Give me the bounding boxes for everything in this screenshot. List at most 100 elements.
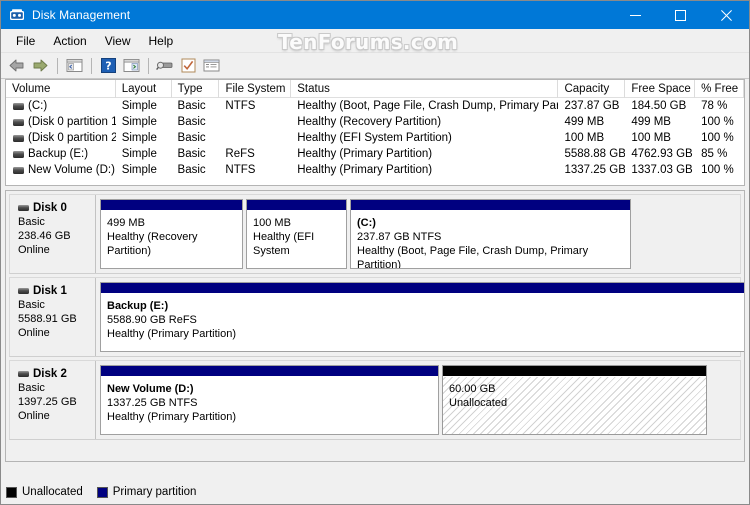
disk-row[interactable]: Disk 1 Basic 5588.91 GB Online Backup (E:) 55… <box>9 277 744 357</box>
partition-size: 5588.90 GB ReFS <box>107 314 197 326</box>
cell-layout: Simple <box>121 116 157 128</box>
menu-action[interactable]: Action <box>44 31 95 51</box>
partition-details: 100 MB Healthy (EFI System <box>247 211 346 268</box>
disk-name-label: Disk 2 <box>33 368 67 380</box>
disk-info-panel[interactable]: Disk 0 Basic 238.46 GB Online <box>10 195 96 273</box>
volume-icon <box>13 102 24 110</box>
partition-block[interactable]: 499 MB Healthy (Recovery Partition) <box>100 199 243 269</box>
disk-partitions: Backup (E:) 5588.90 GB ReFS Healthy (Prima… <box>96 278 744 356</box>
partition-size: 499 MB <box>107 217 145 229</box>
table-row[interactable]: (C:) Simple Basic NTFS Healthy (Boot, Page F… <box>6 98 744 114</box>
legend-label: Primary partition <box>112 486 197 498</box>
cell-volume: (Disk 0 partition 2) <box>6 130 116 146</box>
partition-details: 60.00 GB Unallocated <box>443 377 706 434</box>
menu-view[interactable]: View <box>96 31 140 51</box>
column-header-volume[interactable]: Volume <box>6 80 116 98</box>
legend-swatch <box>6 486 17 498</box>
partition-block[interactable]: 100 MB Healthy (EFI System <box>246 199 347 269</box>
cell-type: Basic <box>177 100 206 112</box>
partition-details: Backup (E:) 5588.90 GB ReFS Healthy (Prima… <box>101 294 744 351</box>
forward-icon[interactable] <box>29 55 51 77</box>
volume-icon <box>13 134 24 142</box>
back-icon[interactable] <box>6 55 28 77</box>
disk-partitions: 499 MB Healthy (Recovery Partition) 100 MB… <box>96 195 740 273</box>
column-header-free[interactable]: % Free <box>695 80 744 98</box>
table-row[interactable]: (Disk 0 partition 1) Simple Basic Healthy (… <box>6 114 744 130</box>
close-button[interactable] <box>703 1 749 29</box>
volume-icon <box>13 166 24 174</box>
cell-capacity: 100 MB <box>564 132 605 144</box>
table-row[interactable]: New Volume (D:) Simple Basic NTFS Healthy (P… <box>6 162 744 178</box>
partition-title: Backup (E:) <box>107 300 169 312</box>
disk-row[interactable]: Disk 0 Basic 238.46 GB Online 499 MB Healthy … <box>9 194 741 274</box>
partition-color-band <box>101 366 438 377</box>
table-row[interactable]: Backup (E:) Simple Basic ReFS Healthy (Prima… <box>6 146 744 162</box>
cell-free_space: 100 MB <box>631 132 671 144</box>
cell-type: Basic <box>177 164 206 176</box>
disk-size: 238.46 GB <box>18 230 71 242</box>
disk-graphical-view: Disk 0 Basic 238.46 GB Online 499 MB Healthy … <box>5 190 745 462</box>
cell-file_system: NTFS <box>225 100 256 112</box>
cell-type: Basic <box>177 132 206 144</box>
legend-swatch <box>96 486 108 498</box>
show-hide-console-tree-icon[interactable] <box>63 55 85 77</box>
disk-info-panel[interactable]: Disk 1 Basic 5588.91 GB Online <box>10 278 96 356</box>
column-header-capacity[interactable]: Capacity <box>558 80 626 98</box>
column-header-file-system[interactable]: File System <box>219 80 292 98</box>
disk-state: Online <box>18 410 50 422</box>
cell-percent_free: 100 % <box>701 116 734 128</box>
partition-details: New Volume (D:) 1337.25 GB NTFS Healthy (P… <box>101 377 438 434</box>
column-header-free-space[interactable]: Free Space <box>625 80 696 98</box>
maximize-button[interactable] <box>658 1 703 29</box>
toolbar-separator <box>148 57 149 74</box>
disk-size: 1397.25 GB <box>18 396 77 408</box>
rescan-disks-icon[interactable] <box>154 55 176 77</box>
menu-help[interactable]: Help <box>140 31 183 51</box>
partition-title: New Volume (D:) <box>107 383 194 395</box>
partition-block[interactable]: New Volume (D:) 1337.25 GB NTFS Healthy (P… <box>100 365 439 435</box>
menu-bar: File Action View Help <box>1 29 749 53</box>
partition-color-band <box>351 200 630 211</box>
column-header-layout[interactable]: Layout <box>116 80 172 98</box>
unallocated-partition-block[interactable]: 60.00 GB Unallocated <box>442 365 707 435</box>
disk-name: Disk 0 <box>18 201 95 215</box>
cell-layout: Simple <box>121 132 157 144</box>
cell-free_space: 499 MB <box>631 116 671 128</box>
cell-volume-label: (C:) <box>28 100 48 112</box>
table-row[interactable]: (Disk 0 partition 2) Simple Basic Healthy (… <box>6 130 744 146</box>
cell-volume: (Disk 0 partition 1) <box>6 114 116 130</box>
all-tasks-icon[interactable] <box>200 55 222 77</box>
partition-block[interactable]: Backup (E:) 5588.90 GB ReFS Healthy (Prima… <box>100 282 744 352</box>
volume-list[interactable]: Volume Layout Type File System Status Capacit… <box>5 79 745 186</box>
cell-type: Basic <box>177 116 206 128</box>
cell-type: Basic <box>177 148 206 160</box>
cell-percent_free: 85 % <box>701 148 728 160</box>
properties-icon[interactable] <box>177 55 199 77</box>
cell-free_space: 1337.03 GB <box>631 164 693 176</box>
legend: Unallocated Primary partition <box>6 486 210 498</box>
toolbar: ? <box>1 53 749 79</box>
column-header-type[interactable]: Type <box>172 80 220 98</box>
partition-color-band <box>443 366 706 377</box>
cell-status: Healthy (Recovery Partition) <box>297 116 442 128</box>
disk-management-icon <box>9 7 25 23</box>
show-hide-action-pane-icon[interactable] <box>120 55 142 77</box>
cell-status: Healthy (EFI System Partition) <box>297 132 452 144</box>
disk-icon <box>18 205 29 211</box>
title-bar[interactable]: Disk Management <box>1 1 749 29</box>
column-header-status[interactable]: Status <box>291 80 559 98</box>
volume-icon <box>13 150 24 158</box>
toolbar-separator <box>91 57 92 74</box>
partition-block[interactable]: (C:) 237.87 GB NTFS Healthy (Boot, Page Fi… <box>350 199 631 269</box>
disk-row[interactable]: Disk 2 Basic 1397.25 GB Online New Volume (D… <box>9 360 741 440</box>
disk-info-panel[interactable]: Disk 2 Basic 1397.25 GB Online <box>10 361 96 439</box>
disk-type: Basic <box>18 382 45 394</box>
cell-status: Healthy (Boot, Page File, Crash Dump, Pr… <box>297 100 558 112</box>
minimize-button[interactable] <box>613 1 658 29</box>
help-icon[interactable]: ? <box>97 55 119 77</box>
cell-percent_free: 100 % <box>701 164 734 176</box>
menu-file[interactable]: File <box>7 31 44 51</box>
cell-percent_free: 78 % <box>701 100 728 112</box>
disk-icon <box>18 371 29 377</box>
partition-color-band <box>101 200 242 211</box>
